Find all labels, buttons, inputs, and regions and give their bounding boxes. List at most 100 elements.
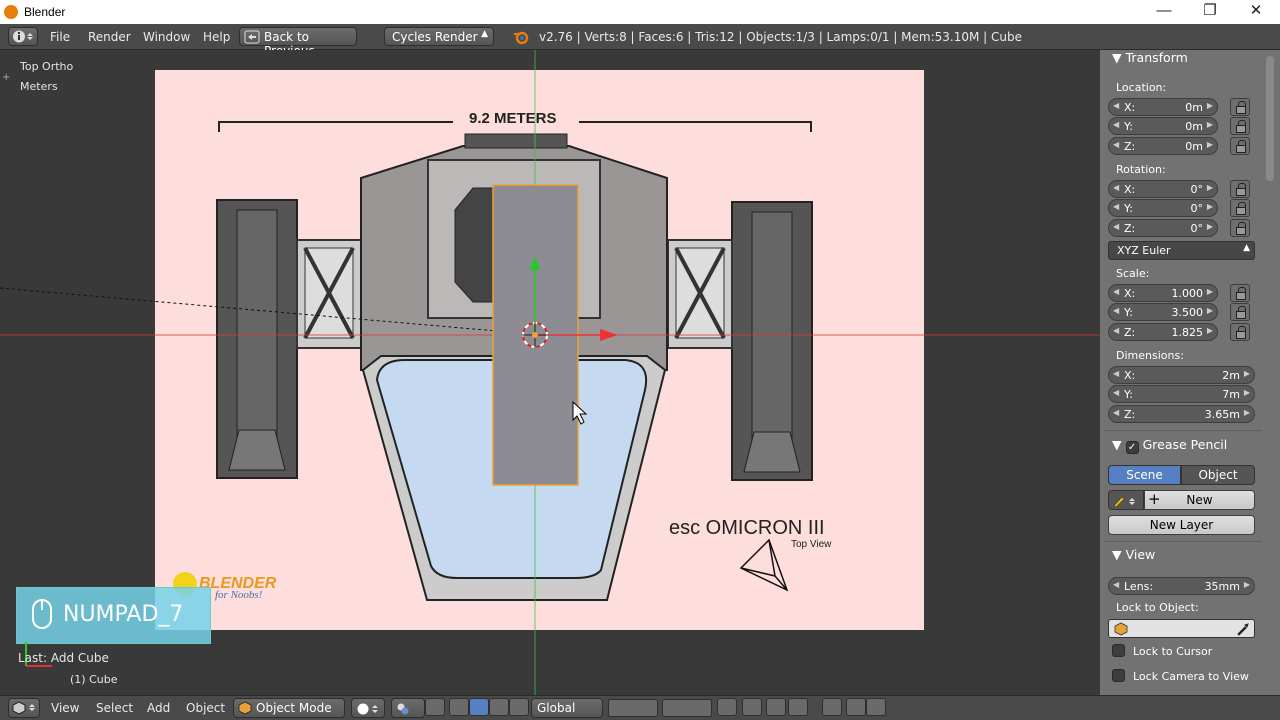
x-manipulator-arrow-icon[interactable] bbox=[600, 329, 618, 341]
menu-window[interactable]: Window bbox=[143, 30, 190, 44]
info-icon bbox=[13, 30, 33, 43]
transform-orientation-select[interactable]: Global bbox=[531, 698, 603, 718]
3d-view-header: View Select Add Object Object Mode Globa… bbox=[0, 695, 1280, 720]
interaction-mode-label: Object Mode bbox=[256, 701, 332, 715]
grease-pencil-panel-header[interactable]: ▼ ✓ Grease Pencil bbox=[1112, 437, 1227, 454]
move-manipulator-icon[interactable] bbox=[469, 698, 489, 716]
rotate-manipulator-icon[interactable] bbox=[489, 698, 509, 716]
scale-label: Scale: bbox=[1116, 267, 1150, 280]
gp-new-layer-button[interactable]: New Layer bbox=[1108, 515, 1255, 535]
interaction-mode-select[interactable]: Object Mode bbox=[233, 698, 345, 718]
lock-rotation-y-icon[interactable] bbox=[1230, 199, 1250, 217]
menu-render[interactable]: Render bbox=[88, 30, 131, 44]
lock-rotation-z-icon[interactable] bbox=[1230, 219, 1250, 237]
dropdown-arrows-icon: ▲ bbox=[481, 29, 488, 39]
3d-viewport[interactable]: + Top Ortho Meters 9.2 METERS esc OMICRO… bbox=[0, 50, 1100, 695]
footer-menu-view[interactable]: View bbox=[51, 701, 79, 715]
layer-lock-icon[interactable] bbox=[717, 698, 737, 716]
gp-datablock-browse[interactable] bbox=[1108, 490, 1144, 510]
editor-type-button[interactable] bbox=[8, 27, 38, 46]
panel-divider bbox=[1104, 541, 1262, 542]
viewport-shading-select[interactable] bbox=[351, 698, 385, 718]
object-origin-dot bbox=[532, 332, 538, 338]
transform-panel-header[interactable]: ▼ Transform bbox=[1112, 50, 1188, 65]
footer-menu-add[interactable]: Add bbox=[147, 701, 170, 715]
minimize-button[interactable]: — bbox=[1141, 0, 1187, 24]
lock-location-z-icon[interactable] bbox=[1230, 137, 1250, 155]
orientation-label: Global bbox=[537, 701, 576, 715]
scene-stats: v2.76 | Verts:8 | Faces:6 | Tris:12 | Ob… bbox=[539, 30, 1023, 44]
lock-to-cursor-checkbox[interactable] bbox=[1112, 644, 1125, 657]
location-x-field[interactable]: ◀ X: 0m ▶ bbox=[1108, 98, 1218, 116]
menu-file[interactable]: File bbox=[50, 30, 70, 44]
dimensions-y-field[interactable]: ◀ Y: 7m ▶ bbox=[1108, 385, 1255, 403]
translate-manipulator-icon[interactable] bbox=[449, 698, 469, 716]
gp-scene-tab[interactable]: Scene bbox=[1108, 465, 1181, 485]
snap-element-icon[interactable] bbox=[788, 698, 808, 716]
lock-scale-z-icon[interactable] bbox=[1230, 323, 1250, 341]
pivot-point-select[interactable] bbox=[391, 698, 425, 718]
properties-region: ▼ Transform Location: ◀ X: 0m ▶ ◀ Y: 0m ▶ ◀ Z: 0… bbox=[1100, 50, 1280, 695]
object-mode-cube-icon bbox=[238, 701, 252, 715]
lock-to-object-label: Lock to Object: bbox=[1116, 601, 1199, 614]
proportional-editing-icon[interactable] bbox=[742, 698, 762, 716]
gp-object-tab[interactable]: Object bbox=[1181, 465, 1255, 485]
rotation-x-field[interactable]: ◀ X: 0° ▶ bbox=[1108, 180, 1218, 198]
plus-icon: + bbox=[1148, 490, 1161, 508]
menu-help[interactable]: Help bbox=[203, 30, 230, 44]
rotation-mode-select[interactable]: XYZ Euler ▲ bbox=[1108, 241, 1255, 260]
render-engine-select[interactable]: Cycles Render ▲ bbox=[384, 27, 494, 46]
last-operator-label[interactable]: Last: Add Cube bbox=[18, 651, 109, 665]
maximize-button[interactable]: ❐ bbox=[1187, 0, 1233, 24]
opengl-render-icon[interactable] bbox=[846, 698, 866, 716]
editor-type-button[interactable] bbox=[8, 698, 40, 718]
snap-toggle-icon[interactable] bbox=[766, 698, 786, 716]
view-panel-header[interactable]: ▼ View bbox=[1112, 547, 1155, 562]
active-object-label: (1) Cube bbox=[70, 673, 118, 686]
lock-rotation-x-icon[interactable] bbox=[1230, 180, 1250, 198]
scene-layers-grid-1[interactable] bbox=[608, 699, 658, 717]
gp-new-label: New bbox=[1186, 493, 1213, 507]
lock-to-cursor-label: Lock to Cursor bbox=[1133, 645, 1213, 658]
lens-field[interactable]: ◀ Lens: 35mm ▶ bbox=[1108, 577, 1255, 595]
footer-menu-object[interactable]: Object bbox=[186, 701, 225, 715]
scale-y-field[interactable]: ◀ Y: 3.500 ▶ bbox=[1108, 303, 1218, 321]
scale-manipulator-icon[interactable] bbox=[509, 698, 529, 716]
dimensions-label: Dimensions: bbox=[1116, 349, 1184, 362]
blender-app-icon bbox=[4, 5, 18, 19]
scale-z-field[interactable]: ◀ Z: 1.825 ▶ bbox=[1108, 323, 1218, 341]
key-overlay-text: NUMPAD_7 bbox=[63, 602, 184, 627]
lock-camera-to-view-label: Lock Camera to View bbox=[1133, 670, 1249, 683]
gp-new-button[interactable]: + New bbox=[1144, 490, 1255, 510]
panel-scrollbar[interactable] bbox=[1266, 56, 1274, 181]
dropdown-arrows-icon: ▲ bbox=[1243, 243, 1250, 253]
eyedropper-icon[interactable] bbox=[1236, 622, 1250, 636]
grease-pencil-checkbox[interactable]: ✓ bbox=[1125, 441, 1139, 454]
dimensions-z-field[interactable]: ◀ Z: 3.65m ▶ bbox=[1108, 405, 1255, 423]
location-y-field[interactable]: ◀ Y: 0m ▶ bbox=[1108, 117, 1218, 135]
rotation-y-field[interactable]: ◀ Y: 0° ▶ bbox=[1108, 199, 1218, 217]
snap-target-icon[interactable] bbox=[822, 698, 842, 716]
location-z-field[interactable]: ◀ Z: 0m ▶ bbox=[1108, 137, 1218, 155]
collapse-triangle-icon: ▼ bbox=[1112, 50, 1122, 65]
back-to-previous-button[interactable]: Back to Previous bbox=[239, 27, 357, 58]
scale-x-field[interactable]: ◀ X: 1.000 ▶ bbox=[1108, 284, 1218, 302]
lock-camera-to-view-checkbox[interactable] bbox=[1112, 669, 1125, 682]
footer-menu-select[interactable]: Select bbox=[96, 701, 133, 715]
mouse-icon bbox=[32, 599, 52, 629]
opengl-render-animation-icon[interactable] bbox=[866, 698, 886, 716]
dimensions-x-field[interactable]: ◀ X: 2m ▶ bbox=[1108, 366, 1255, 384]
lamp-relationship-line bbox=[0, 287, 521, 334]
rotation-z-field[interactable]: ◀ Z: 0° ▶ bbox=[1108, 219, 1218, 237]
pivot-icon bbox=[397, 703, 409, 715]
lock-location-x-icon[interactable] bbox=[1230, 98, 1250, 116]
rotation-label: Rotation: bbox=[1116, 163, 1166, 176]
manipulator-toggle-icon[interactable] bbox=[425, 698, 445, 716]
lock-to-object-field[interactable] bbox=[1108, 619, 1255, 638]
lock-location-y-icon[interactable] bbox=[1230, 117, 1250, 135]
lock-scale-x-icon[interactable] bbox=[1230, 284, 1250, 302]
lock-scale-y-icon[interactable] bbox=[1230, 303, 1250, 321]
rotation-mode-label: XYZ Euler bbox=[1117, 244, 1171, 257]
scene-layers-grid-2[interactable] bbox=[662, 699, 712, 717]
close-button[interactable]: ✕ bbox=[1233, 0, 1279, 24]
